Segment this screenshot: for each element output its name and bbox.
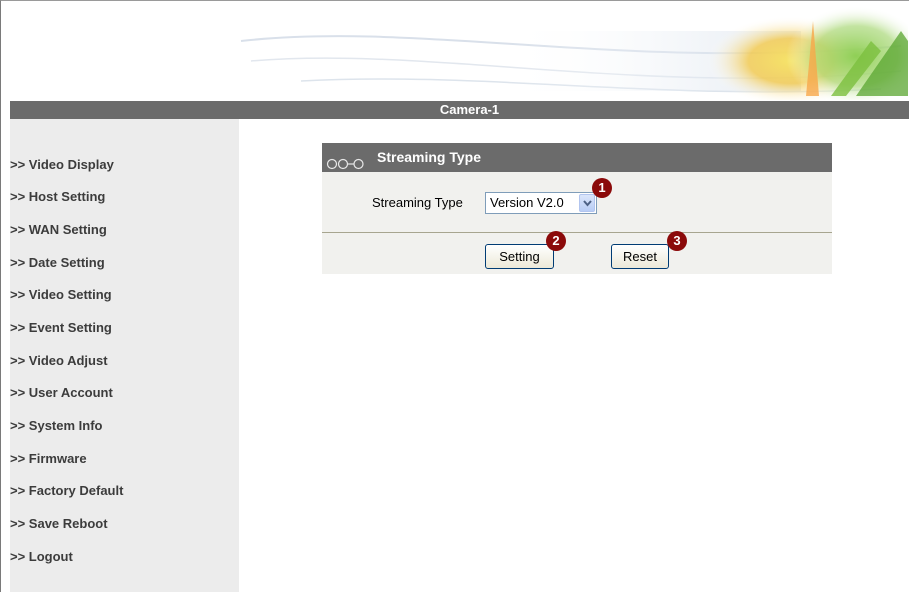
divider	[322, 232, 832, 233]
setting-button[interactable]: Setting	[485, 244, 554, 269]
sidebar-item-event-setting[interactable]: >> Event Setting	[10, 318, 112, 338]
chain-links-icon	[326, 151, 366, 180]
sidebar-item-firmware[interactable]: >> Firmware	[10, 449, 87, 469]
callout-marker-2: 2	[546, 231, 566, 251]
streaming-type-value: Version V2.0	[490, 195, 564, 210]
callout-marker-1: 1	[592, 178, 612, 198]
panel-title: Streaming Type	[377, 149, 481, 165]
sidebar-item-video-setting[interactable]: >> Video Setting	[10, 285, 112, 305]
sidebar-item-logout[interactable]: >> Logout	[10, 547, 73, 567]
streaming-type-panel: Streaming Type Streaming Type Version V2…	[322, 143, 832, 274]
header-banner	[1, 1, 908, 100]
sidebar-item-video-adjust[interactable]: >> Video Adjust	[10, 351, 108, 371]
sidebar-item-factory-default[interactable]: >> Factory Default	[10, 481, 123, 501]
panel-header: Streaming Type	[322, 143, 832, 172]
page-title: Camera-1	[439, 102, 500, 117]
title-bar: Camera-1	[10, 101, 909, 119]
sidebar-item-save-reboot[interactable]: >> Save Reboot	[10, 514, 108, 534]
sidebar-item-user-account[interactable]: >> User Account	[10, 383, 113, 403]
streaming-type-label: Streaming Type	[372, 195, 463, 210]
sidebar-item-system-info[interactable]: >> System Info	[10, 416, 102, 436]
reset-button[interactable]: Reset	[611, 244, 669, 269]
sidebar-item-video-display[interactable]: >> Video Display	[10, 155, 114, 175]
streaming-type-select[interactable]: Version V2.0	[485, 192, 597, 214]
sidebar-item-host-setting[interactable]: >> Host Setting	[10, 187, 105, 207]
sidebar: >> Video Display >> Host Setting >> WAN …	[10, 119, 239, 592]
sidebar-item-wan-setting[interactable]: >> WAN Setting	[10, 220, 107, 240]
dropdown-arrow-icon[interactable]	[579, 194, 595, 212]
sidebar-item-date-setting[interactable]: >> Date Setting	[10, 253, 105, 273]
callout-marker-3: 3	[667, 231, 687, 251]
